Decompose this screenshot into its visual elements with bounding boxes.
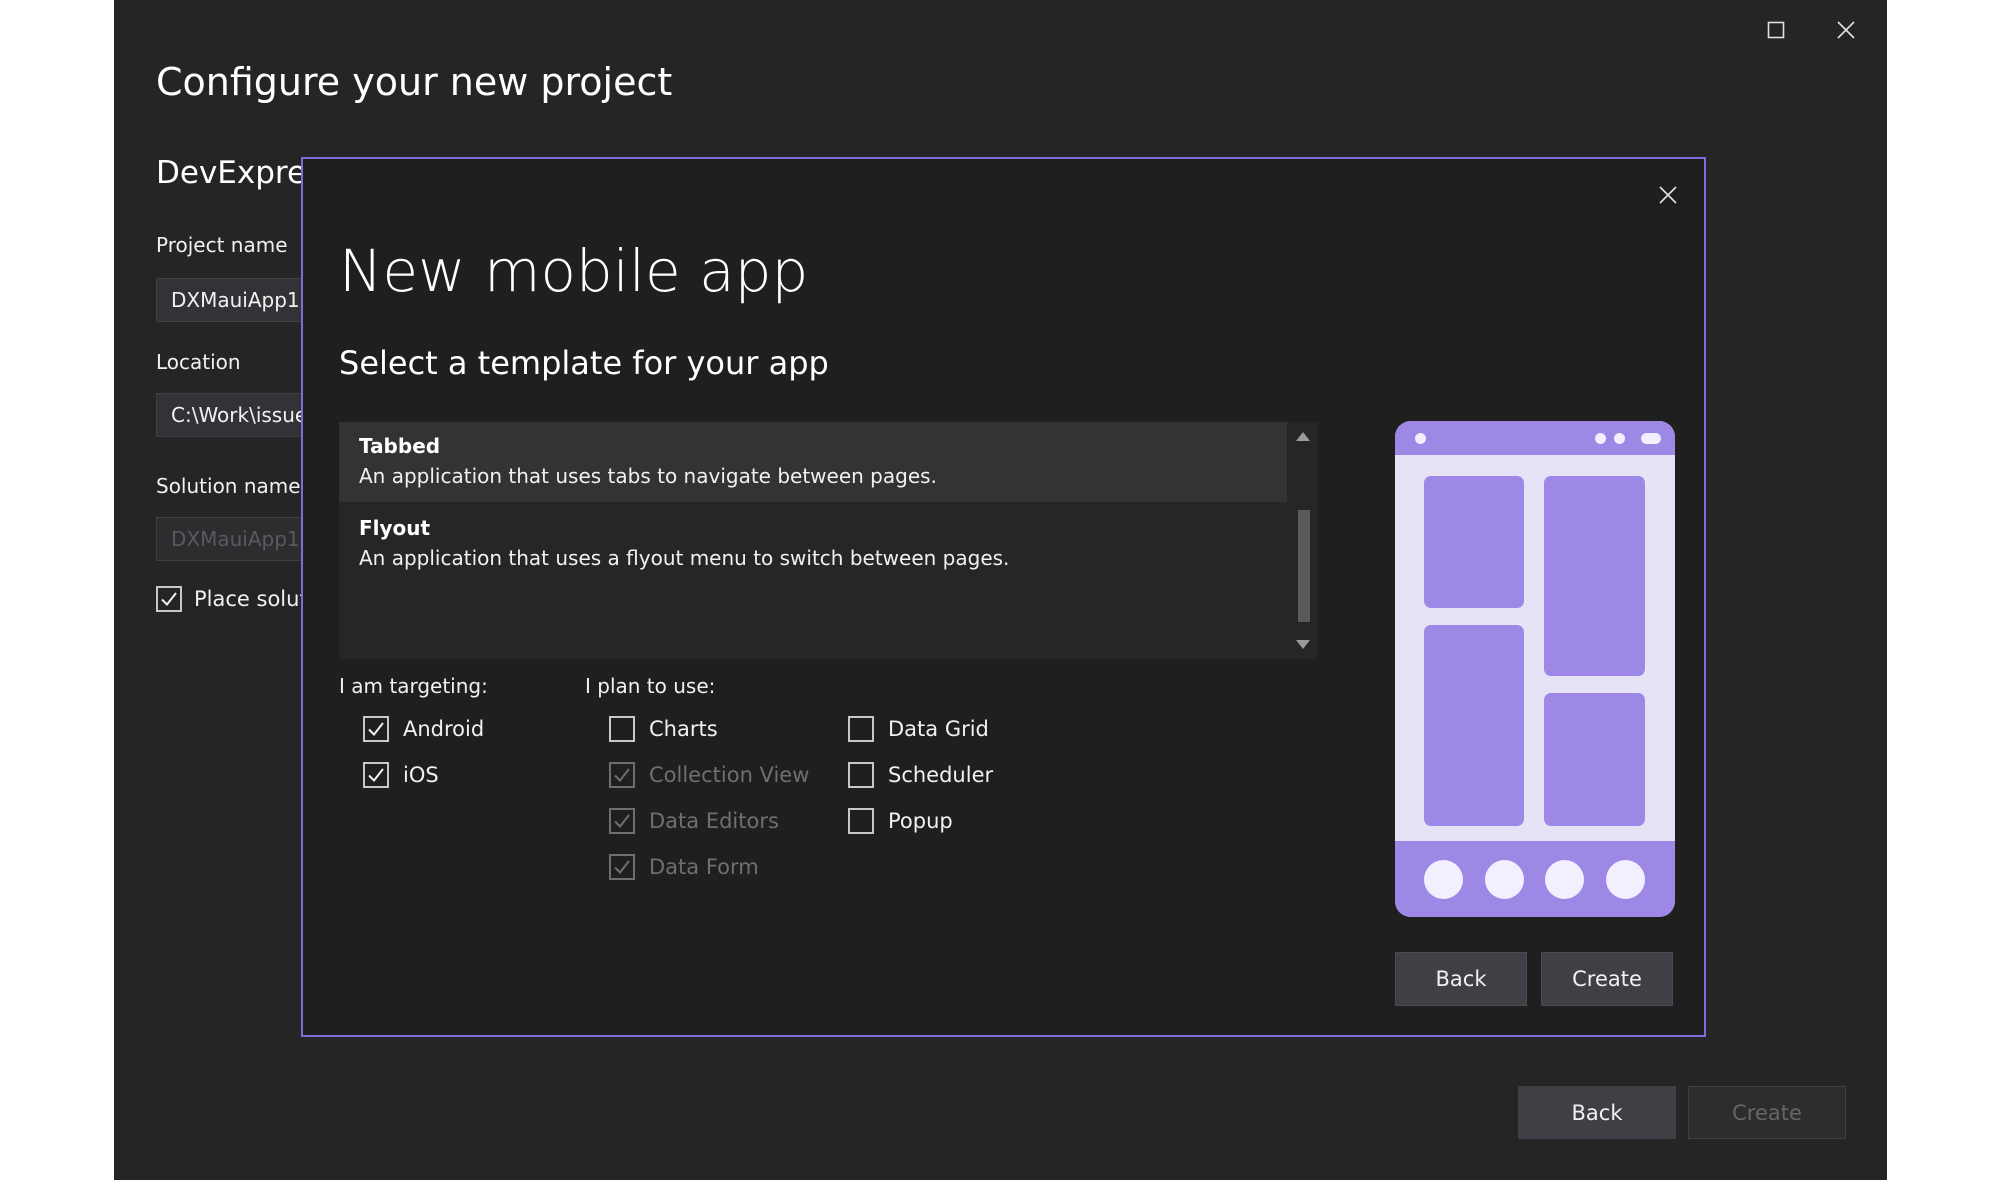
dialog-create-button[interactable]: Create	[1541, 952, 1673, 1006]
collection-view-label: Collection View	[649, 763, 810, 787]
dialog-close-button[interactable]	[1650, 177, 1686, 213]
preview-tab-bar	[1395, 841, 1675, 917]
preview-tile	[1424, 625, 1524, 826]
checkmark-icon	[368, 722, 384, 737]
target-android-option[interactable]: Android	[363, 716, 484, 742]
data-grid-checkbox[interactable]	[848, 716, 874, 742]
create-button: Create	[1688, 1086, 1846, 1139]
template-list-scrollbar[interactable]	[1288, 422, 1318, 659]
target-ios-option[interactable]: iOS	[363, 762, 439, 788]
preview-tab-icon	[1424, 860, 1463, 899]
data-grid-label: Data Grid	[888, 717, 989, 741]
popup-checkbox[interactable]	[848, 808, 874, 834]
plan-data-grid-option[interactable]: Data Grid	[848, 716, 989, 742]
preview-tab-icon	[1545, 860, 1584, 899]
checkmark-icon	[614, 768, 630, 783]
checkmark-icon	[614, 860, 630, 875]
maximize-button[interactable]	[1751, 10, 1801, 50]
checkmark-icon	[614, 814, 630, 829]
place-solution-checkbox[interactable]	[156, 586, 182, 612]
place-solution-option[interactable]: Place soluti	[156, 586, 314, 612]
preview-status-dot	[1595, 433, 1606, 444]
scheduler-label: Scheduler	[888, 763, 994, 787]
scheduler-checkbox[interactable]	[848, 762, 874, 788]
charts-checkbox[interactable]	[609, 716, 635, 742]
data-form-checkbox	[609, 854, 635, 880]
preview-tab-icon	[1606, 860, 1645, 899]
popup-label: Popup	[888, 809, 953, 833]
data-editors-label: Data Editors	[649, 809, 779, 833]
ios-checkbox[interactable]	[363, 762, 389, 788]
preview-camera-dot	[1415, 433, 1426, 444]
project-type-title: DevExpres	[156, 155, 323, 191]
preview-status-dot	[1614, 433, 1625, 444]
preview-tile	[1544, 693, 1645, 826]
template-preview-image	[1395, 421, 1675, 917]
plan-popup-option[interactable]: Popup	[848, 808, 953, 834]
preview-battery-icon	[1641, 433, 1661, 444]
preview-status-bar	[1395, 421, 1675, 455]
project-name-label: Project name	[156, 233, 288, 257]
plan-charts-option[interactable]: Charts	[609, 716, 718, 742]
android-label: Android	[403, 717, 485, 741]
close-icon	[1659, 186, 1677, 204]
page-title: Configure your new project	[156, 60, 673, 104]
dialog-back-button[interactable]: Back	[1395, 952, 1527, 1006]
preview-tile	[1544, 476, 1645, 676]
template-name: Flyout	[359, 516, 431, 540]
scroll-up-arrow-icon[interactable]	[1296, 432, 1310, 441]
template-name: Tabbed	[359, 434, 441, 458]
dialog-title: New mobile app	[339, 237, 809, 305]
place-solution-label: Place soluti	[194, 587, 314, 611]
scroll-down-arrow-icon[interactable]	[1296, 640, 1310, 649]
scroll-thumb[interactable]	[1298, 510, 1310, 622]
charts-label: Charts	[649, 717, 718, 741]
data-editors-checkbox	[609, 808, 635, 834]
template-description: An application that uses tabs to navigat…	[359, 464, 937, 488]
plan-to-use-label: I plan to use:	[585, 674, 716, 698]
new-mobile-app-dialog: New mobile app Select a template for you…	[301, 157, 1706, 1037]
checkmark-icon	[368, 768, 384, 783]
template-item-tabbed[interactable]: Tabbed An application that uses tabs to …	[339, 422, 1287, 502]
dialog-subtitle: Select a template for your app	[339, 344, 829, 382]
plan-collection-view-option: Collection View	[609, 762, 809, 788]
maximize-icon	[1767, 21, 1785, 39]
data-form-label: Data Form	[649, 855, 759, 879]
solution-name-label: Solution name	[156, 474, 301, 498]
android-checkbox[interactable]	[363, 716, 389, 742]
window-close-button[interactable]	[1821, 10, 1871, 50]
preview-tab-icon	[1485, 860, 1524, 899]
ios-label: iOS	[403, 763, 439, 787]
location-label: Location	[156, 350, 241, 374]
close-icon	[1837, 21, 1855, 39]
plan-scheduler-option[interactable]: Scheduler	[848, 762, 993, 788]
plan-data-editors-option: Data Editors	[609, 808, 779, 834]
preview-tile	[1424, 476, 1524, 608]
template-item-flyout[interactable]: Flyout An application that uses a flyout…	[339, 504, 1287, 584]
targeting-label: I am targeting:	[339, 674, 488, 698]
plan-data-form-option: Data Form	[609, 854, 759, 880]
collection-view-checkbox	[609, 762, 635, 788]
template-list: Tabbed An application that uses tabs to …	[339, 422, 1318, 659]
back-button[interactable]: Back	[1518, 1086, 1676, 1139]
checkmark-icon	[161, 592, 177, 607]
template-description: An application that uses a flyout menu t…	[359, 546, 1010, 570]
